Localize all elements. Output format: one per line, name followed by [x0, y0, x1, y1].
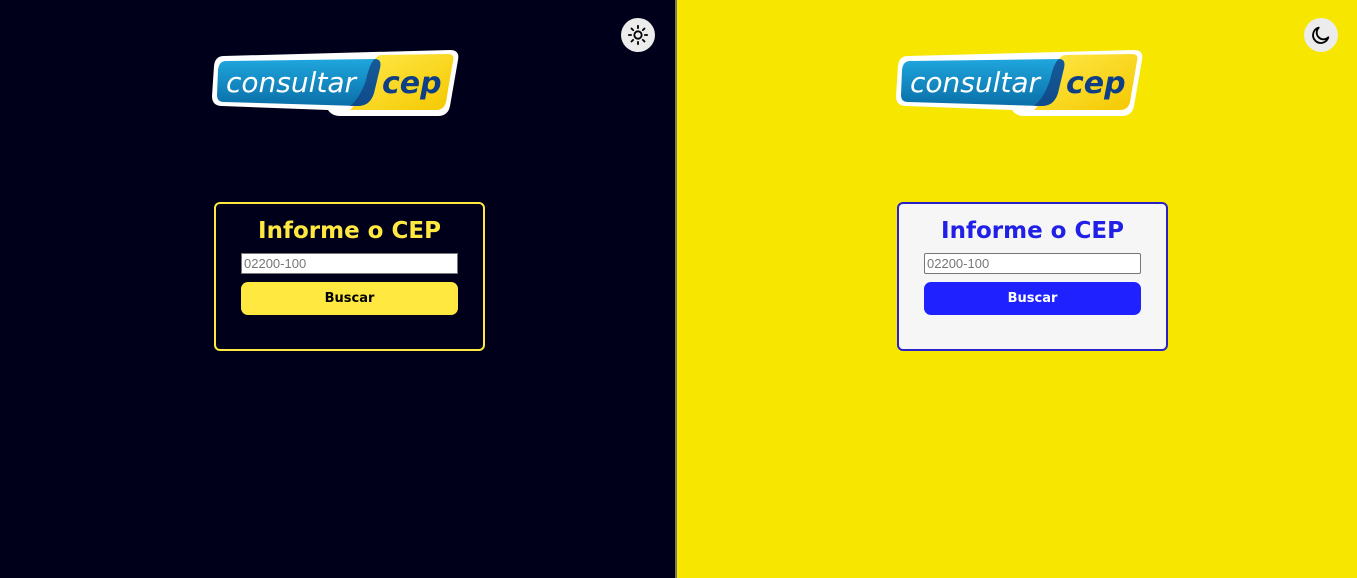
- moon-icon: [1312, 26, 1330, 44]
- logo-text-cep: cep: [1066, 66, 1126, 101]
- dark-theme-panel: consultar cep Informe o CEP Buscar: [0, 0, 675, 578]
- card-title: Informe o CEP: [941, 218, 1124, 244]
- cep-search-card: Informe o CEP Buscar: [214, 202, 485, 351]
- consultar-cep-logo: consultar cep: [894, 48, 1144, 118]
- buscar-button[interactable]: Buscar: [924, 282, 1141, 315]
- sun-icon: [627, 24, 649, 46]
- consultar-cep-logo: consultar cep: [210, 48, 460, 118]
- cep-input[interactable]: [241, 253, 458, 274]
- logo-text-consultar: consultar: [910, 66, 1042, 99]
- logo-text-cep: cep: [382, 66, 442, 101]
- logo-text-consultar: consultar: [226, 66, 358, 99]
- cep-search-card: Informe o CEP Buscar: [897, 202, 1168, 351]
- cep-input[interactable]: [924, 253, 1141, 274]
- buscar-button[interactable]: Buscar: [241, 282, 458, 315]
- theme-toggle-button[interactable]: [1304, 18, 1338, 52]
- theme-toggle-button[interactable]: [621, 18, 655, 52]
- card-title: Informe o CEP: [258, 218, 441, 244]
- light-theme-panel: consultar cep Informe o CEP Buscar: [677, 0, 1357, 578]
